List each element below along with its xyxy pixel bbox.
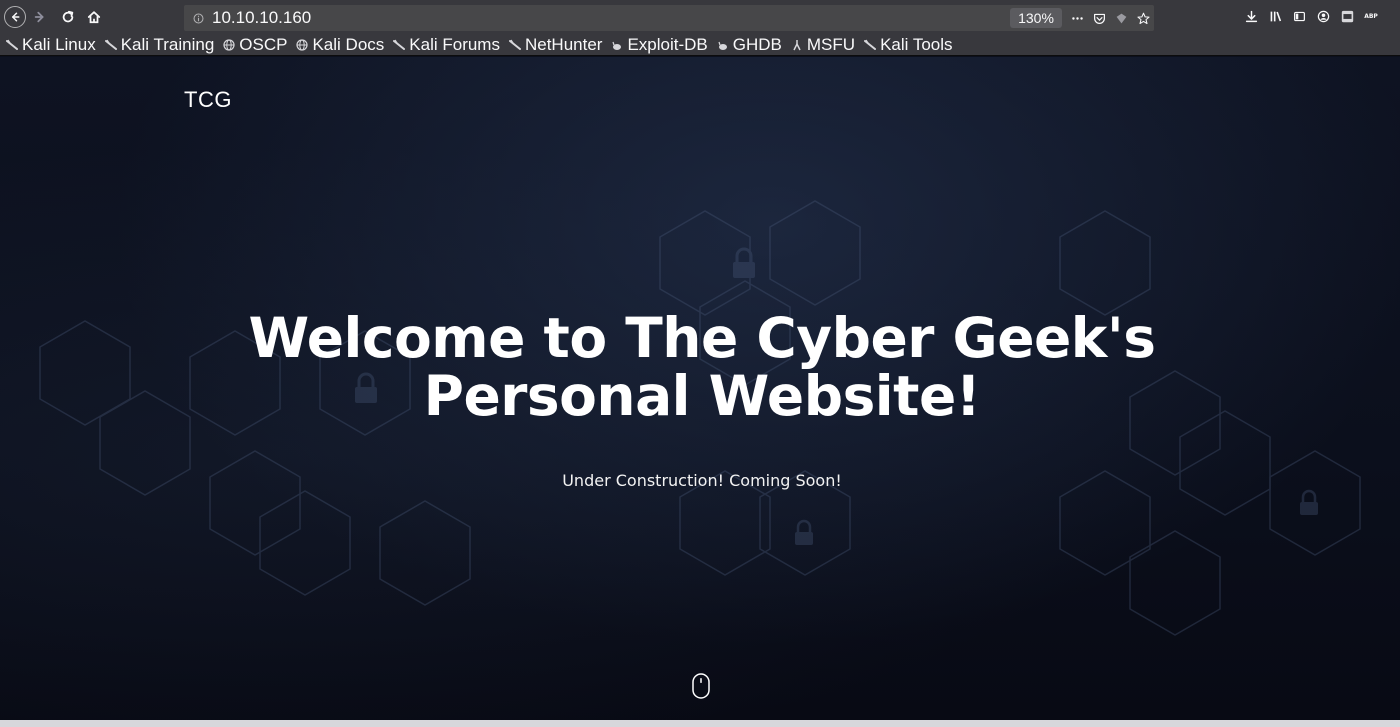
exploit-db-icon [611,39,623,51]
back-button[interactable] [4,6,26,28]
browser-window: 130% [0,0,1400,727]
bookmark-kali-tools[interactable]: Kali Tools [864,34,953,55]
account-button[interactable] [1316,8,1330,24]
bookmark-exploit-db[interactable]: Exploit-DB [611,34,708,55]
reload-icon [62,10,74,23]
bookmark-label: OSCP [239,34,288,54]
url-actions [1070,8,1150,28]
url-bar[interactable]: 130% [184,5,1154,31]
bookmark-label: Kali Forums [409,34,500,54]
downloads-button[interactable] [1244,8,1258,24]
bookmark-label: GHDB [732,34,782,54]
forward-button[interactable] [30,7,50,27]
globe-icon [223,38,235,51]
globe-icon [296,38,309,51]
bookmark-kali-linux[interactable]: Kali Linux [6,35,96,55]
bookmark-star-button[interactable] [1136,11,1150,25]
ellipsis-icon [1071,16,1083,20]
info-icon [193,13,203,23]
star-icon [1136,12,1150,24]
bookmark-label: MSFU [806,34,856,54]
account-icon [1317,10,1329,22]
extension-icon [1116,13,1126,23]
navigation-toolbar: 130% [0,0,1400,34]
window-bottom-edge [0,720,1400,727]
arrow-right-icon [34,11,44,23]
webpage-content: TCG Welcome to The Cyber Geek's Personal… [0,57,1400,720]
bookmark-nethunter[interactable]: NetHunter [508,34,603,55]
bookmarks-toolbar: Kali Linux Kali Training OSCP Kali Docs Kali… [0,34,1400,56]
bookmark-label: Kali Training [120,34,215,54]
bookmark-msfu[interactable]: MSFU [791,35,855,55]
bookmark-ghdb[interactable]: GHDB [717,35,782,55]
bookmark-kali-docs[interactable]: Kali Docs [296,35,384,55]
bookmark-kali-forums[interactable]: Kali Forums [393,35,500,55]
zoom-level-button[interactable]: 130% [1010,8,1062,28]
library-icon [1270,11,1281,21]
download-icon [1245,10,1257,22]
kali-dragon-icon [393,39,406,51]
bookmark-label: NetHunter [524,34,603,54]
burp-icon [1341,10,1353,22]
reload-button[interactable] [58,7,78,27]
page-actions-button[interactable] [1070,11,1084,25]
sidebar-button[interactable] [1292,8,1306,24]
kali-dragon-icon [508,39,521,51]
library-button[interactable] [1268,8,1282,24]
sidebar-icon [1293,11,1305,21]
home-button[interactable] [84,7,104,27]
kali-dragon-icon [104,39,117,51]
home-icon [87,11,101,24]
hero-title-line-1: Welcome to The Cyber Geek's [248,306,1156,370]
kali-dragon-icon [6,39,18,51]
hero-title-line-2: Personal Website! [423,364,981,428]
url-input[interactable] [212,8,992,28]
hero-title: Welcome to The Cyber Geek's Personal Web… [200,309,1204,425]
bookmark-label: Exploit-DB [627,34,708,54]
bookmark-label: Kali Tools [880,34,953,54]
adblock-button[interactable]: ABP [1364,8,1378,24]
site-brand-logo[interactable]: TCG [184,87,232,113]
msfu-icon [791,39,803,51]
adblock-label: ABP [1364,12,1378,20]
arrow-left-icon [12,12,20,22]
burp-extension-button[interactable] [1340,8,1354,24]
pocket-button[interactable] [1092,11,1106,25]
pocket-icon [1093,13,1105,24]
bookmark-label: Kali Linux [22,34,96,54]
toolbar-right: ABP [1244,8,1378,24]
bookmark-label: Kali Docs [312,34,385,54]
scroll-down-mouse-icon[interactable] [692,673,710,699]
kali-dragon-icon [864,39,877,51]
site-info-button[interactable] [192,12,204,24]
exploit-db-icon [717,39,729,51]
extension-button[interactable] [1114,11,1128,25]
bookmark-kali-training[interactable]: Kali Training [104,34,215,55]
bookmark-oscp[interactable]: OSCP [223,35,287,55]
hero-subtitle: Under Construction! Coming Soon! [562,471,842,490]
